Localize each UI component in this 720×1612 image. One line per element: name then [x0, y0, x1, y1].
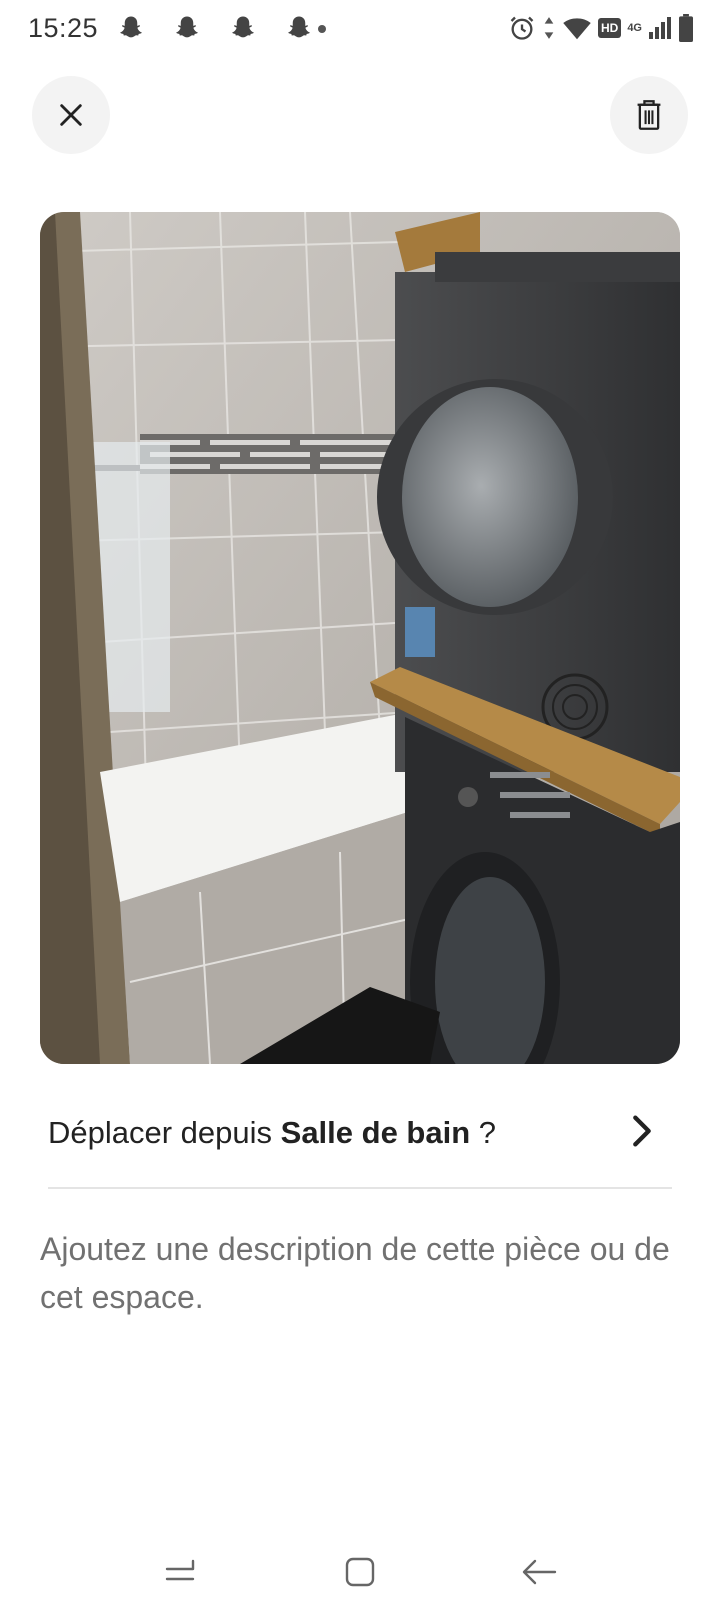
recent-apps-icon [165, 1559, 195, 1581]
snapchat-icon [288, 16, 310, 38]
move-prefix: Déplacer depuis [48, 1115, 281, 1150]
notification-dot [318, 25, 326, 33]
divider [48, 1187, 672, 1189]
room-photo[interactable] [40, 212, 680, 1064]
close-icon [60, 104, 82, 126]
move-room-row[interactable]: Déplacer depuis Salle de bain ? [48, 1105, 672, 1165]
move-room-text: Déplacer depuis Salle de bain ? [48, 1115, 496, 1151]
delete-button[interactable] [610, 76, 688, 154]
status-time: 15:25 [28, 13, 99, 43]
wifi-icon [563, 18, 591, 40]
notification-icons [116, 14, 326, 44]
trash-icon [637, 100, 661, 130]
system-status-icons: HD 4G [508, 14, 694, 42]
status-bar: 15:25 HD 4G [0, 0, 720, 60]
back-icon [522, 1559, 557, 1585]
home-button[interactable] [335, 1547, 385, 1597]
back-button[interactable] [515, 1547, 565, 1597]
chevron-right-icon [633, 1115, 651, 1147]
current-room-name: Salle de bain [280, 1115, 471, 1150]
snapchat-icon [176, 16, 198, 38]
hd-badge: HD [597, 18, 622, 38]
bathroom-photo-illustration [40, 212, 680, 1064]
move-suffix: ? [470, 1115, 497, 1150]
recent-apps-button[interactable] [155, 1547, 205, 1597]
description-field[interactable]: Ajoutez une description de cette pièce o… [40, 1225, 680, 1321]
signal-icon [649, 17, 671, 39]
close-button[interactable] [32, 76, 110, 154]
system-nav-bar [0, 1535, 720, 1612]
network-type-label: 4G [627, 22, 642, 34]
home-icon [345, 1557, 375, 1587]
snapchat-icon [120, 16, 142, 38]
data-arrows-icon [544, 17, 554, 39]
snapchat-icon [232, 16, 254, 38]
alarm-icon [510, 16, 534, 40]
battery-icon [679, 14, 693, 42]
